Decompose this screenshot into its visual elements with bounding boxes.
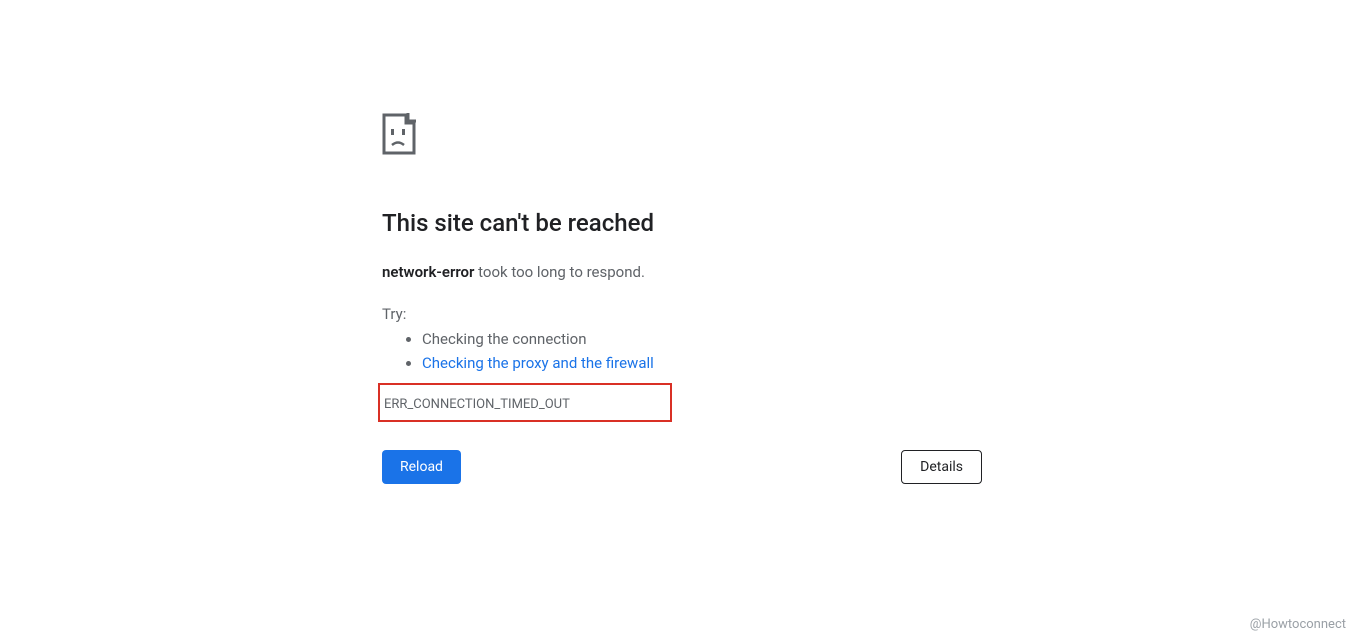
frown-page-icon bbox=[382, 113, 982, 159]
error-heading: This site can't be reached bbox=[382, 209, 982, 237]
reload-button[interactable]: Reload bbox=[382, 450, 461, 484]
try-label: Try: bbox=[382, 305, 982, 323]
error-code-highlight: ERR_CONNECTION_TIMED_OUT bbox=[378, 383, 672, 422]
error-code: ERR_CONNECTION_TIMED_OUT bbox=[384, 397, 570, 412]
details-button[interactable]: Details bbox=[901, 450, 982, 484]
suggestion-check-connection: Checking the connection bbox=[422, 327, 982, 351]
error-message: network-error took too long to respond. bbox=[382, 263, 982, 281]
suggestion-check-proxy-firewall: Checking the proxy and the firewall bbox=[422, 351, 982, 375]
watermark: @Howtoconnect bbox=[1250, 617, 1346, 632]
error-page-content: This site can't be reached network-error… bbox=[382, 113, 982, 422]
proxy-firewall-link[interactable]: Checking the proxy and the firewall bbox=[422, 354, 654, 372]
suggestions-list: Checking the connection Checking the pro… bbox=[382, 327, 982, 375]
button-row: Reload Details bbox=[382, 450, 982, 484]
error-hostname: network-error bbox=[382, 263, 474, 281]
error-message-suffix: took too long to respond. bbox=[474, 263, 645, 281]
